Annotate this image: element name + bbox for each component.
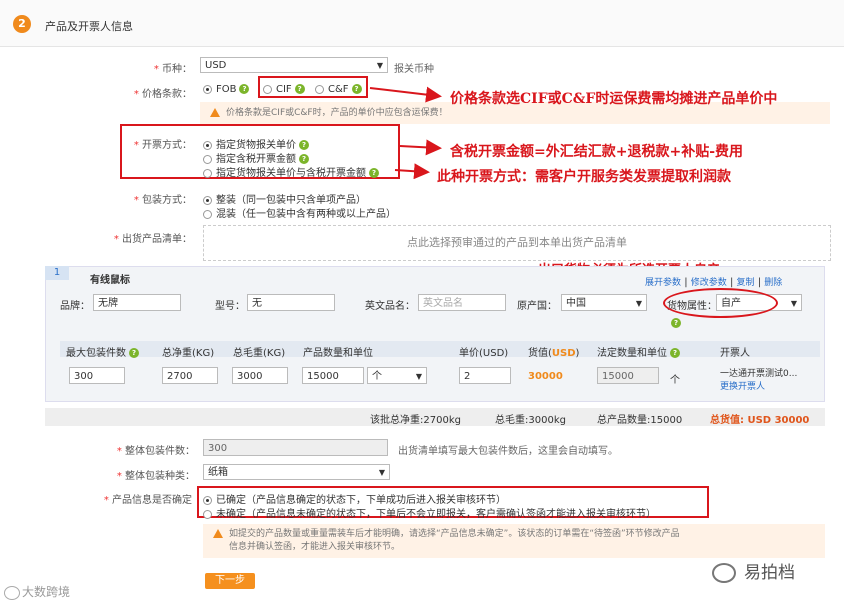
delete-link[interactable]: 删除 xyxy=(764,278,782,288)
model-label: 型号： xyxy=(215,301,245,312)
expand-params-link[interactable]: 展开参数 xyxy=(645,278,681,288)
brand-input[interactable]: 无牌 xyxy=(93,294,181,311)
col-invoicer: 开票人 xyxy=(720,348,750,359)
product-actions: 展开参数 | 修改参数 | 复制 | 删除 xyxy=(645,277,783,288)
total-packages-note: 出货清单填写最大包装件数后，这里会自动填写。 xyxy=(398,446,618,457)
annotation-price-terms: 价格条款选CIF或C&F时运保费需均摊进产品单价中 xyxy=(450,91,778,107)
col-unit-price: 单价(USD) xyxy=(459,348,509,359)
model-input[interactable]: 无 xyxy=(247,294,335,311)
chevron-down-icon: ▼ xyxy=(415,372,422,381)
wechat-icon xyxy=(712,563,736,583)
unit-select[interactable]: 个 ▼ xyxy=(367,367,427,384)
origin-select[interactable]: 中国 ▼ xyxy=(561,294,647,311)
origin-label: 原产国： xyxy=(517,301,557,312)
col-legal-qty: 法定数量和单位? xyxy=(597,344,680,359)
unit-price-input[interactable]: 2 xyxy=(459,367,511,384)
watermark-left: 大数跨境 xyxy=(4,583,70,600)
max-packages-input[interactable]: 300 xyxy=(69,367,125,384)
brand-label: 品牌： xyxy=(60,301,90,312)
help-icon[interactable]: ? xyxy=(129,348,139,358)
legal-qty-input: 15000 xyxy=(597,367,659,384)
product-info-label: * 产品信息是否确定 xyxy=(103,495,192,506)
annotation-invoice-service: 此种开票方式：需客户开服务类发票提取利润款 xyxy=(437,169,731,185)
warning-icon xyxy=(213,529,223,538)
package-type-select[interactable]: 纸箱 ▼ xyxy=(203,464,390,480)
col-gross-weight: 总毛重(KG) xyxy=(233,348,286,359)
radio-icon xyxy=(203,495,212,505)
summary-net-weight: 该批总净重:2700kg xyxy=(370,415,461,426)
annotation-invoice-amount: 含税开票金额=外汇结汇款+退税款+补贴-费用 xyxy=(450,144,744,160)
help-icon[interactable]: ? xyxy=(671,318,681,328)
chevron-down-icon: ▼ xyxy=(635,299,642,308)
product-name: 有线鼠标 xyxy=(90,275,130,286)
col-value: 货值(USD) xyxy=(528,348,580,359)
radio-icon xyxy=(203,509,212,519)
product-info-determined[interactable]: 已确定（产品信息确定的状态下，下单成功后进入报关审核环节） xyxy=(203,491,506,506)
edit-params-link[interactable]: 修改参数 xyxy=(691,278,727,288)
legal-unit: 个 xyxy=(670,375,680,386)
gross-weight-input[interactable]: 3000 xyxy=(232,367,288,384)
product-index: 1 xyxy=(45,266,69,280)
total-packages-input: 300 xyxy=(203,439,388,456)
package-type-label: * 整体包装种类： xyxy=(116,471,195,482)
change-invoicer-link[interactable]: 更换开票人 xyxy=(720,379,765,392)
en-name-label: 英文品名： xyxy=(365,301,415,312)
col-quantity-unit: 产品数量和单位 xyxy=(303,348,373,359)
logo-icon xyxy=(4,585,20,600)
watermark-right: 易拍档 xyxy=(712,558,795,583)
annotation-ellipse-goods-attr xyxy=(663,288,778,318)
net-weight-input[interactable]: 2700 xyxy=(162,367,218,384)
invoicer-name: 一达通开票测试0... xyxy=(720,369,798,379)
summary-gross-weight: 总毛重:3000kg xyxy=(495,415,566,426)
chevron-down-icon: ▼ xyxy=(790,299,797,308)
copy-link[interactable]: 复制 xyxy=(737,278,755,288)
next-step-button[interactable]: 下一步 xyxy=(205,573,255,589)
help-icon[interactable]: ? xyxy=(670,348,680,358)
col-max-packages: 最大包装件数? xyxy=(66,344,139,359)
product-info-warning: 如提交的产品数量或重量需装车后才能明确，请选择“产品信息未确定”。该状态的订单需… xyxy=(203,524,825,558)
quantity-input[interactable]: 15000 xyxy=(302,367,364,384)
product-info-undetermined[interactable]: 未确定（产品信息未确定的状态下，下单后不会立即报关，客户需确认签函才能进入报关审… xyxy=(203,505,656,520)
summary-total-value: 总货值: USD 30000 xyxy=(710,415,810,426)
value-amount: 30000 xyxy=(528,371,563,382)
chevron-down-icon: ▼ xyxy=(378,468,385,477)
en-name-input[interactable]: 英文品名 xyxy=(418,294,506,311)
total-packages-label: * 整体包装件数： xyxy=(116,446,195,457)
summary-quantity: 总产品数量:15000 xyxy=(597,415,683,426)
col-net-weight: 总净重(KG) xyxy=(162,348,215,359)
